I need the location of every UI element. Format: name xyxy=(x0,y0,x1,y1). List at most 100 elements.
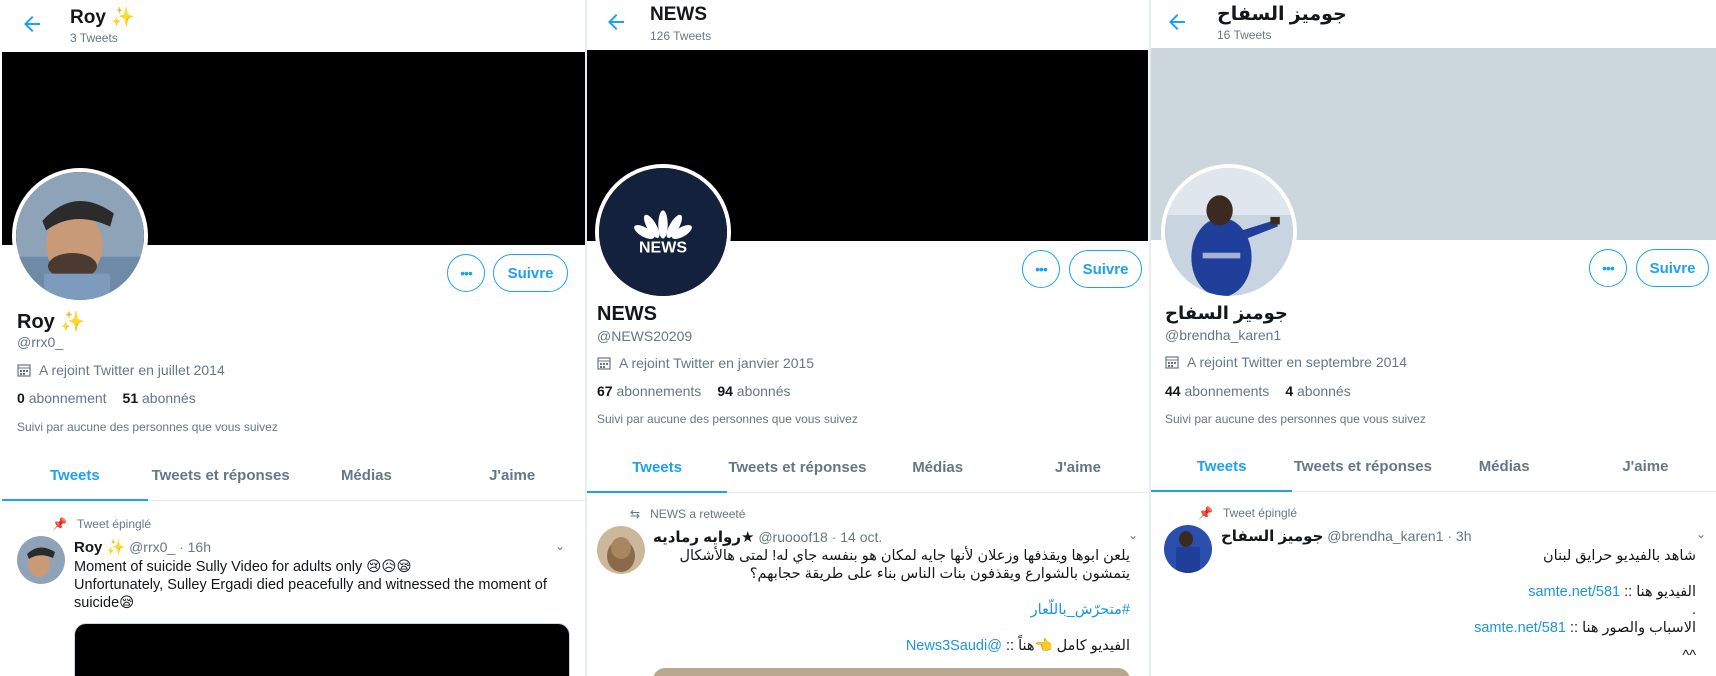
tab-media[interactable]: Médias xyxy=(1434,442,1575,491)
profile-name: NEWS xyxy=(597,303,657,325)
tweet-author-name[interactable]: جوميز السفاح xyxy=(1221,528,1323,545)
calendar-icon xyxy=(597,357,611,370)
back-arrow-icon[interactable] xyxy=(20,12,44,36)
profile-stats: 67 abonnements 94 abonnés xyxy=(597,383,791,399)
tab-tweets-replies[interactable]: Tweets et réponses xyxy=(1292,442,1433,491)
tweet-line-text: الفيديو هنا :: xyxy=(1620,584,1696,600)
chevron-down-icon[interactable]: ⌄ xyxy=(1696,527,1706,541)
tweet-line: suicide😪 xyxy=(74,595,135,611)
followers-label: abonnés xyxy=(142,390,196,406)
followers-label: abonnés xyxy=(1297,383,1351,399)
tweet-mention[interactable]: @News3Saudi xyxy=(906,638,1002,654)
pinned-label: 📌 Tweet épinglé xyxy=(1198,506,1297,520)
tab-likes[interactable]: J'aime xyxy=(1575,442,1716,491)
profile-name: جوميز السفاح xyxy=(1165,303,1288,323)
joined-text: A rejoint Twitter en septembre 2014 xyxy=(1187,354,1407,370)
back-arrow-icon[interactable] xyxy=(604,10,628,34)
profile-panel-news: NEWS 126 Tweets NEWS ••• Suivre NEWS @NE… xyxy=(587,0,1148,676)
profile-handle: @rrx0_ xyxy=(17,334,64,350)
tweet-avatar[interactable] xyxy=(17,536,65,584)
following-link[interactable]: 0 abonnement xyxy=(17,390,107,406)
chevron-down-icon[interactable]: ⌄ xyxy=(1128,528,1138,542)
tab-tweets[interactable]: Tweets xyxy=(2,451,148,501)
tweet-line: يتمشون بالشوارع ويقذفون بنات الناس بناء … xyxy=(749,566,1130,582)
followers-count: 4 xyxy=(1285,383,1294,399)
tweet-hashtag[interactable]: #متحرّش_باللّعار xyxy=(653,601,1130,619)
tweet-author-name[interactable]: Roy ✨ xyxy=(74,539,125,556)
profile-name: Roy ✨ xyxy=(17,311,86,333)
calendar-icon xyxy=(1165,356,1179,369)
header-name: NEWS xyxy=(650,4,707,25)
following-count: 0 xyxy=(17,390,25,406)
follow-button[interactable]: Suivre xyxy=(493,254,568,292)
profile-stats: 44 abonnements 4 abonnés xyxy=(1165,383,1351,399)
tweet-line: الفيديو هنا :: samte.net/581 xyxy=(1221,583,1696,601)
following-count: 67 xyxy=(597,383,613,399)
profile-joined: A rejoint Twitter en janvier 2015 xyxy=(597,355,814,371)
profile-joined: A rejoint Twitter en juillet 2014 xyxy=(17,362,225,378)
header-tweet-count: 126 Tweets xyxy=(650,29,712,43)
tweet-line: الاسباب والصور هنا :: samte.net/581 xyxy=(1221,619,1696,637)
tweet-text: Moment of suicide Sully Video for adults… xyxy=(74,558,564,612)
header-tweet-count: 16 Tweets xyxy=(1217,28,1272,42)
tweet-text: يلعن ابوها ويقذفها وزعلان لأنها جايه لمك… xyxy=(653,547,1130,655)
tweet[interactable]: 📌 Tweet épinglé جوميز السفاح @brendha_ka… xyxy=(1151,494,1716,676)
followers-link[interactable]: 51 abonnés xyxy=(123,390,196,406)
tweet-media[interactable] xyxy=(74,623,570,676)
tab-media[interactable]: Médias xyxy=(294,451,440,500)
followers-link[interactable]: 4 abonnés xyxy=(1285,383,1350,399)
follow-button[interactable]: Suivre xyxy=(1636,249,1709,287)
avatar[interactable] xyxy=(1161,164,1297,300)
chevron-down-icon[interactable]: ⌄ xyxy=(555,539,565,553)
tweet-avatar[interactable] xyxy=(1164,525,1212,573)
tweet[interactable]: ⇆ NEWS a retweeté روايه رماديه★ @ruooof1… xyxy=(587,494,1148,676)
tweet-link[interactable]: samte.net/581 xyxy=(1474,620,1566,636)
profile-joined: A rejoint Twitter en septembre 2014 xyxy=(1165,354,1407,370)
avatar-logo-text: NEWS xyxy=(639,240,687,257)
following-link[interactable]: 67 abonnements xyxy=(597,383,701,399)
back-arrow-icon[interactable] xyxy=(1165,10,1189,34)
tab-likes[interactable]: J'aime xyxy=(439,451,585,500)
retweet-text: NEWS a retweeté xyxy=(650,507,746,521)
profile-panel-gomez: جوميز السفاح 16 Tweets ••• Suivre جوميز … xyxy=(1151,0,1716,676)
tweet-avatar[interactable] xyxy=(597,526,645,574)
tab-tweets[interactable]: Tweets xyxy=(587,443,728,493)
tweet[interactable]: 📌 Tweet épinglé Roy ✨ @rrx0_ · 16h ⌄ Mom… xyxy=(2,503,585,676)
avatar[interactable]: NEWS xyxy=(595,164,731,300)
profile-handle: @brendha_karen1 xyxy=(1165,327,1282,343)
avatar[interactable] xyxy=(12,168,148,304)
tweet-media[interactable] xyxy=(653,668,1130,676)
profile-tabs: Tweets Tweets et réponses Médias J'aime xyxy=(587,443,1148,493)
tab-tweets-replies[interactable]: Tweets et réponses xyxy=(727,443,867,492)
tweet-line-text: الفيديو كامل 👈هناً :: xyxy=(1001,638,1130,654)
tweet-header: Roy ✨ @rrx0_ · 16h xyxy=(74,538,211,556)
profile-tabs: Tweets Tweets et réponses Médias J'aime xyxy=(2,451,585,501)
tab-media[interactable]: Médias xyxy=(868,443,1008,492)
calendar-icon xyxy=(17,364,31,377)
tweet-header: روايه رماديه★ @ruooof18 · 14 oct. xyxy=(653,528,882,546)
tweet-line-text: الاسباب والصور هنا :: xyxy=(1565,620,1696,636)
tweet-author-name[interactable]: روايه رماديه★ xyxy=(653,529,754,546)
following-link[interactable]: 44 abonnements xyxy=(1165,383,1269,399)
tweet-line: يلعن ابوها ويقذفها وزعلان لأنها جايه لمك… xyxy=(679,548,1130,564)
followers-label: abonnés xyxy=(736,383,791,399)
header-name: Roy ✨ xyxy=(70,7,135,28)
tweet-line: . xyxy=(1691,602,1696,618)
more-button[interactable]: ••• xyxy=(1022,250,1060,288)
follow-button[interactable]: Suivre xyxy=(1069,250,1142,288)
tab-tweets-replies[interactable]: Tweets et réponses xyxy=(148,451,294,500)
tweet-text: شاهد بالفيديو حرايق لبنان الفيديو هنا ::… xyxy=(1221,547,1696,665)
profile-panel-roy: Roy ✨ 3 Tweets ••• Suivre Roy ✨ @rrx0_ A… xyxy=(2,0,585,676)
following-label: abonnement xyxy=(28,390,107,406)
more-button[interactable]: ••• xyxy=(447,254,485,292)
profile-header: جوميز السفاح 16 Tweets xyxy=(1151,0,1716,52)
followers-link[interactable]: 94 abonnés xyxy=(717,383,790,399)
tab-likes[interactable]: J'aime xyxy=(1008,443,1148,492)
followed-by-text: Suivi par aucune des personnes que vous … xyxy=(597,412,858,426)
more-button[interactable]: ••• xyxy=(1589,249,1627,287)
pin-icon: 📌 xyxy=(52,517,67,531)
tweet-link[interactable]: samte.net/581 xyxy=(1528,584,1620,600)
followers-count: 51 xyxy=(122,390,139,406)
joined-text: A rejoint Twitter en janvier 2015 xyxy=(619,355,815,371)
tab-tweets[interactable]: Tweets xyxy=(1151,442,1293,492)
